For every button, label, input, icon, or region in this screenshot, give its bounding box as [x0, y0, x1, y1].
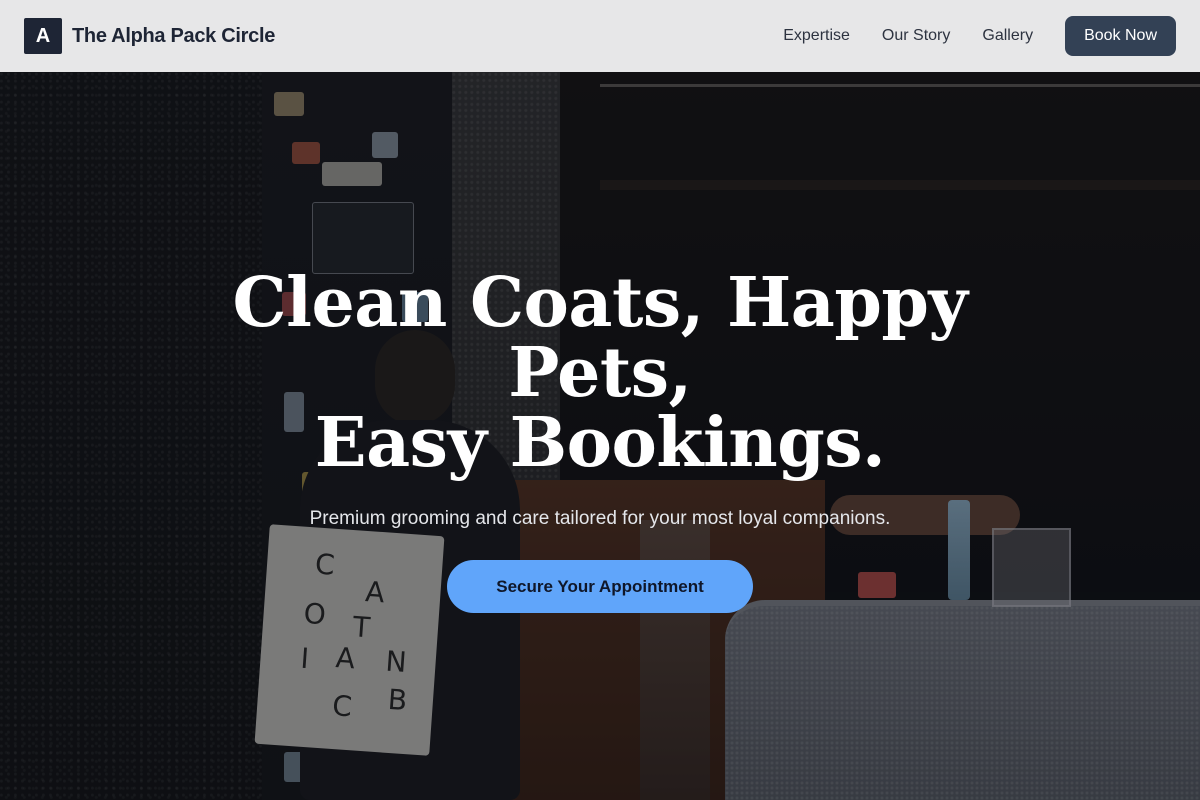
- hero-subtitle: Premium grooming and care tailored for y…: [309, 508, 891, 529]
- hero-section: C A O T I A N C B Clean Coats, Happy Pet…: [0, 0, 1200, 800]
- hero-content: Clean Coats, Happy Pets, Easy Bookings. …: [0, 268, 1200, 613]
- nav-links: Expertise Our Story Gallery: [783, 27, 1033, 45]
- nav-link-our-story[interactable]: Our Story: [882, 27, 950, 45]
- nav-link-gallery[interactable]: Gallery: [982, 27, 1033, 45]
- hero-title-line-2: Easy Bookings.: [314, 403, 886, 483]
- brand-logo: A: [24, 18, 62, 54]
- hero-title-line-1: Clean Coats, Happy Pets,: [232, 263, 968, 413]
- brand[interactable]: A The Alpha Pack Circle: [24, 18, 275, 54]
- hero-title: Clean Coats, Happy Pets, Easy Bookings.: [150, 268, 1050, 478]
- book-now-button[interactable]: Book Now: [1065, 16, 1176, 56]
- nav-link-expertise[interactable]: Expertise: [783, 27, 850, 45]
- secure-appointment-button[interactable]: Secure Your Appointment: [447, 560, 753, 613]
- brand-name: The Alpha Pack Circle: [72, 24, 276, 47]
- top-navbar: A The Alpha Pack Circle Expertise Our St…: [0, 0, 1200, 72]
